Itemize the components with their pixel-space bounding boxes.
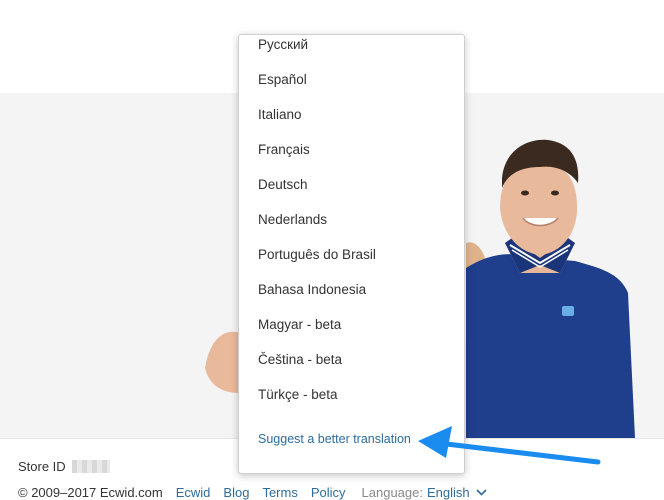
language-option-portuguese-brazil[interactable]: Português do Brasil (258, 243, 376, 267)
annotation-arrow-icon (418, 426, 601, 465)
language-option-dutch[interactable]: Nederlands (258, 208, 327, 232)
language-option-hungarian[interactable]: Magyar - beta (258, 313, 341, 337)
language-selector[interactable]: English (427, 485, 470, 500)
language-option-czech[interactable]: Čeština - beta (258, 348, 342, 372)
footer-link-blog[interactable]: Blog (223, 485, 249, 500)
suggest-translation-link[interactable]: Suggest a better translation (258, 432, 411, 446)
store-id: Store ID (18, 459, 110, 474)
language-option-italian[interactable]: Italiano (258, 103, 302, 127)
store-id-redacted-value (71, 460, 110, 473)
language-option-indonesian[interactable]: Bahasa Indonesia (258, 278, 366, 302)
footer-link-terms[interactable]: Terms (262, 485, 297, 500)
language-option-german[interactable]: Deutsch (258, 173, 308, 197)
footer-links-row: © 2009–2017 Ecwid.com Ecwid Blog Terms P… (18, 485, 487, 500)
language-option-turkish[interactable]: Türkçe - beta (258, 383, 338, 407)
footer-link-ecwid[interactable]: Ecwid (176, 485, 211, 500)
language-option-russian[interactable]: Русский (258, 35, 308, 57)
language-option-spanish[interactable]: Español (258, 68, 307, 92)
copyright-text: © 2009–2017 Ecwid.com (18, 485, 163, 500)
chevron-down-icon[interactable] (476, 489, 487, 496)
language-dropdown: Русский Español Italiano Français Deutsc… (238, 34, 465, 474)
store-id-label: Store ID (18, 459, 66, 474)
footer-link-policy[interactable]: Policy (311, 485, 346, 500)
language-label: Language: (361, 485, 423, 500)
language-option-french[interactable]: Français (258, 138, 310, 162)
